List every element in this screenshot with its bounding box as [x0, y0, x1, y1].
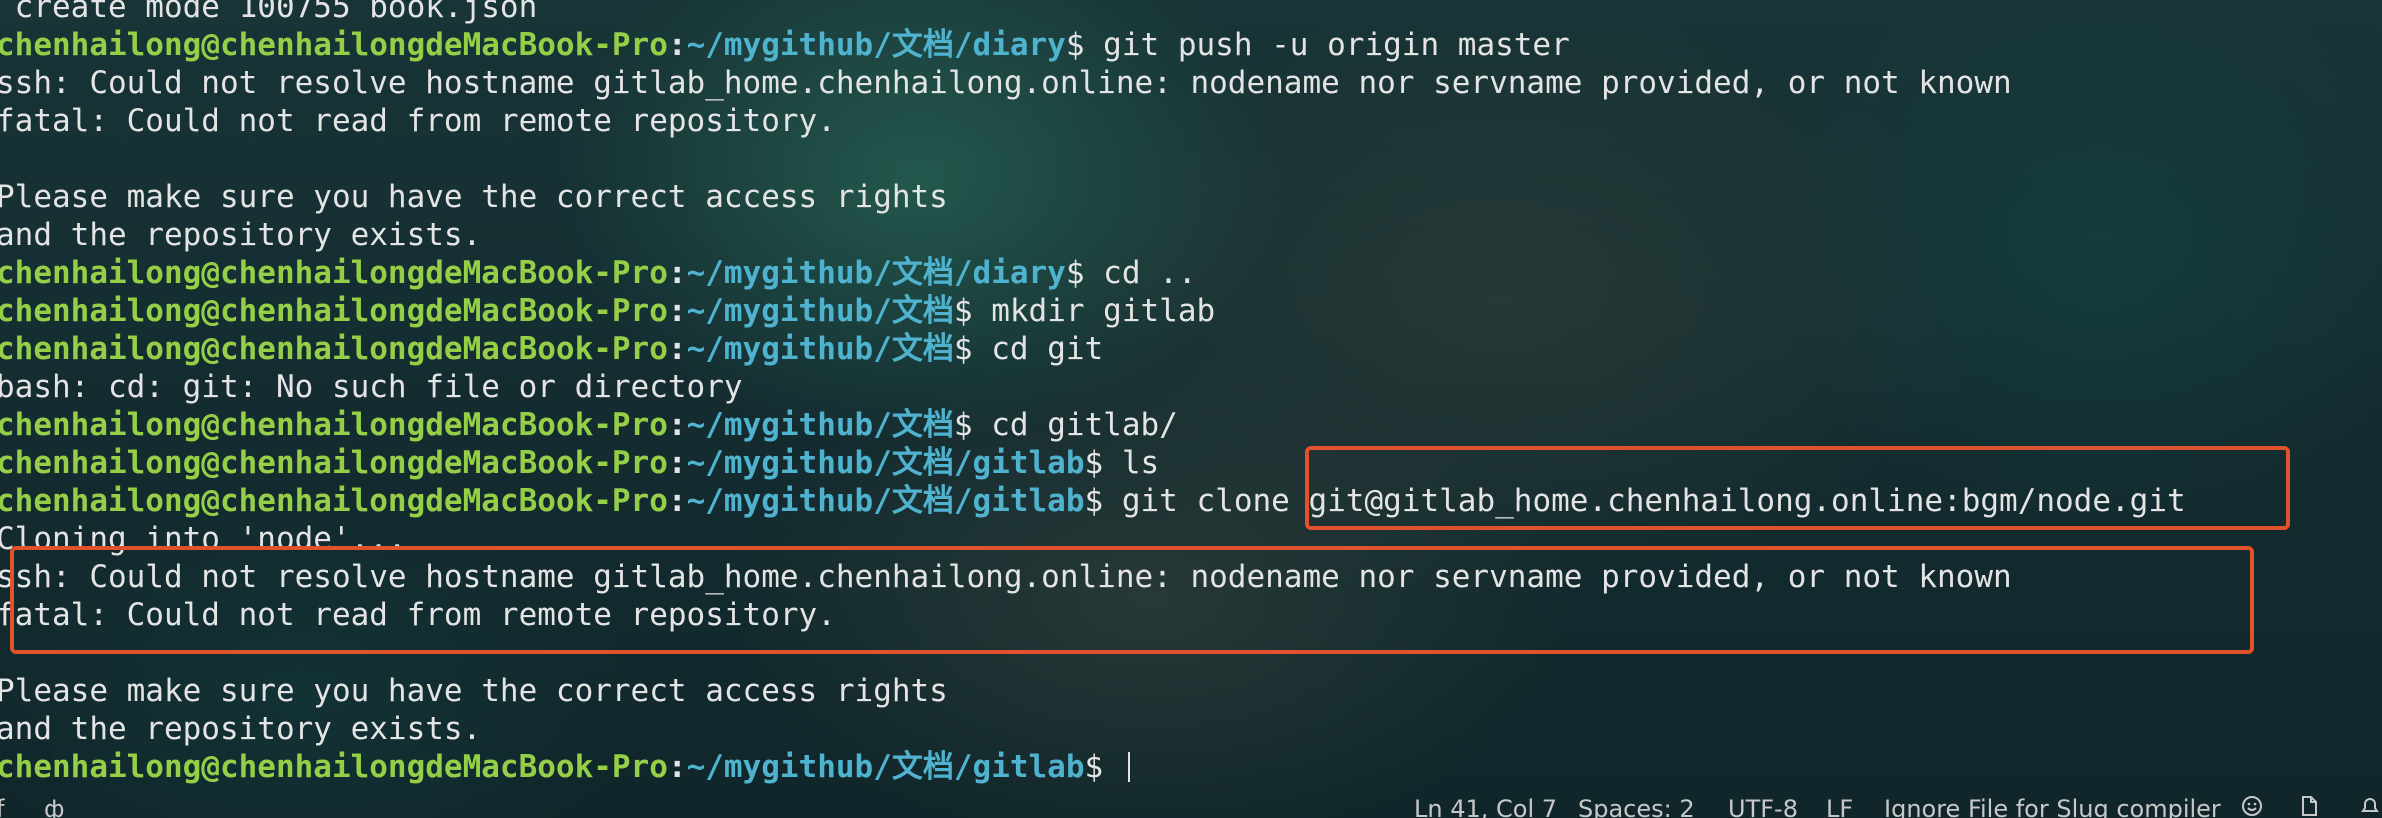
prompt-separator: :: [667, 749, 687, 785]
prompt-user-host: chenhailong@chenhailongdeMacBook-Pro: [0, 483, 668, 519]
prompt-line: chenhailong@chenhailongdeMacBook-Pro:~/m…: [0, 748, 2186, 786]
output-text: fatal: Could not read from remote reposi…: [0, 103, 836, 139]
prompt-line: chenhailong@chenhailongdeMacBook-Pro:~/m…: [0, 406, 2186, 444]
prompt-line: chenhailong@chenhailongdeMacBook-Pro:~/m…: [0, 254, 2186, 292]
output-text: and the repository exists.: [0, 711, 482, 747]
prompt-user-host: chenhailong@chenhailongdeMacBook-Pro: [0, 255, 668, 291]
prompt-path: ~/mygithub/文档/diary: [686, 255, 1066, 291]
prompt-separator: :: [667, 27, 687, 63]
prompt-path: ~/mygithub/文档: [686, 293, 954, 329]
annotation-box-clone-command: [1305, 446, 2290, 530]
prompt-path: ~/mygithub/文档/gitlab: [686, 749, 1085, 785]
output-text: and the repository exists.: [0, 217, 482, 253]
output-line: bash: cd: git: No such file or directory: [0, 368, 2186, 406]
command-text: $ mkdir gitlab: [953, 293, 1216, 329]
command-text: $ ls: [1084, 445, 1160, 481]
prompt-user-host: chenhailong@chenhailongdeMacBook-Pro: [0, 293, 668, 329]
output-line: fatal: Could not read from remote reposi…: [0, 102, 2186, 140]
command-text: $ git push -u origin master: [1065, 27, 1570, 63]
prompt-path: ~/mygithub/文档/gitlab: [686, 445, 1085, 481]
prompt-separator: :: [667, 445, 687, 481]
smiley-icon[interactable]: [2240, 794, 2264, 818]
prompt-line: chenhailong@chenhailongdeMacBook-Pro:~/m…: [0, 26, 2186, 64]
prompt-separator: :: [667, 293, 687, 329]
output-line: Please make sure you have the correct ac…: [0, 178, 2186, 216]
prompt-user-host: chenhailong@chenhailongdeMacBook-Pro: [0, 27, 668, 63]
prompt-path: ~/mygithub/文档/diary: [686, 27, 1066, 63]
prompt-user-host: chenhailong@chenhailongdeMacBook-Pro: [0, 407, 668, 443]
annotation-box-ssh-error: [10, 546, 2254, 654]
prompt-user-host: chenhailong@chenhailongdeMacBook-Pro: [0, 331, 668, 367]
output-line: ssh: Could not resolve hostname gitlab_h…: [0, 64, 2186, 102]
document-icon[interactable]: [2297, 794, 2321, 818]
status-left-glyph[interactable]: f: [0, 794, 4, 818]
prompt-path: ~/mygithub/文档: [686, 331, 954, 367]
bell-icon[interactable]: [2358, 794, 2382, 818]
command-text: $ cd ..: [1065, 255, 1197, 291]
command-text: $: [1084, 749, 1122, 785]
output-line: create mode 100755 book.json: [0, 0, 2186, 26]
output-text: create mode 100755 book.json: [0, 0, 538, 25]
output-text: Please make sure you have the correct ac…: [0, 673, 948, 709]
output-text: ssh: Could not resolve hostname gitlab_h…: [0, 65, 2012, 101]
command-text: $ cd git: [953, 331, 1104, 367]
indentation-setting[interactable]: Spaces: 2: [1578, 794, 1695, 818]
output-text: bash: cd: git: No such file or directory: [0, 369, 743, 405]
prompt-separator: :: [667, 255, 687, 291]
output-line: and the repository exists.: [0, 216, 2186, 254]
prompt-separator: :: [667, 483, 687, 519]
encoding-setting[interactable]: UTF-8: [1728, 794, 1798, 818]
eol-setting[interactable]: LF: [1826, 794, 1853, 818]
status-bar: f ф Ln 41, Col 7 Spaces: 2 UTF-8 LF Igno…: [0, 792, 2382, 818]
output-line: and the repository exists.: [0, 710, 2186, 748]
language-mode[interactable]: Ignore File for Slug compiler: [1884, 794, 2221, 818]
prompt-line: chenhailong@chenhailongdeMacBook-Pro:~/m…: [0, 330, 2186, 368]
terminal-window[interactable]: create mode 100755 book.json chenhailong@…: [0, 0, 2382, 818]
prompt-user-host: chenhailong@chenhailongdeMacBook-Pro: [0, 749, 668, 785]
prompt-line: chenhailong@chenhailongdeMacBook-Pro:~/m…: [0, 292, 2186, 330]
prompt-path: ~/mygithub/文档: [686, 407, 954, 443]
command-text: $ cd gitlab/: [953, 407, 1178, 443]
output-line: Please make sure you have the correct ac…: [0, 672, 2186, 710]
prompt-separator: :: [667, 331, 687, 367]
prompt-separator: :: [667, 407, 687, 443]
output-text: Please make sure you have the correct ac…: [0, 179, 948, 215]
prompt-user-host: chenhailong@chenhailongdeMacBook-Pro: [0, 445, 668, 481]
text-cursor[interactable]: [1127, 752, 1130, 782]
branch-icon[interactable]: ф: [44, 794, 65, 818]
terminal-output[interactable]: create mode 100755 book.json chenhailong@…: [0, 0, 2186, 786]
cursor-position[interactable]: Ln 41, Col 7: [1414, 794, 1557, 818]
prompt-path: ~/mygithub/文档/gitlab: [686, 483, 1085, 519]
